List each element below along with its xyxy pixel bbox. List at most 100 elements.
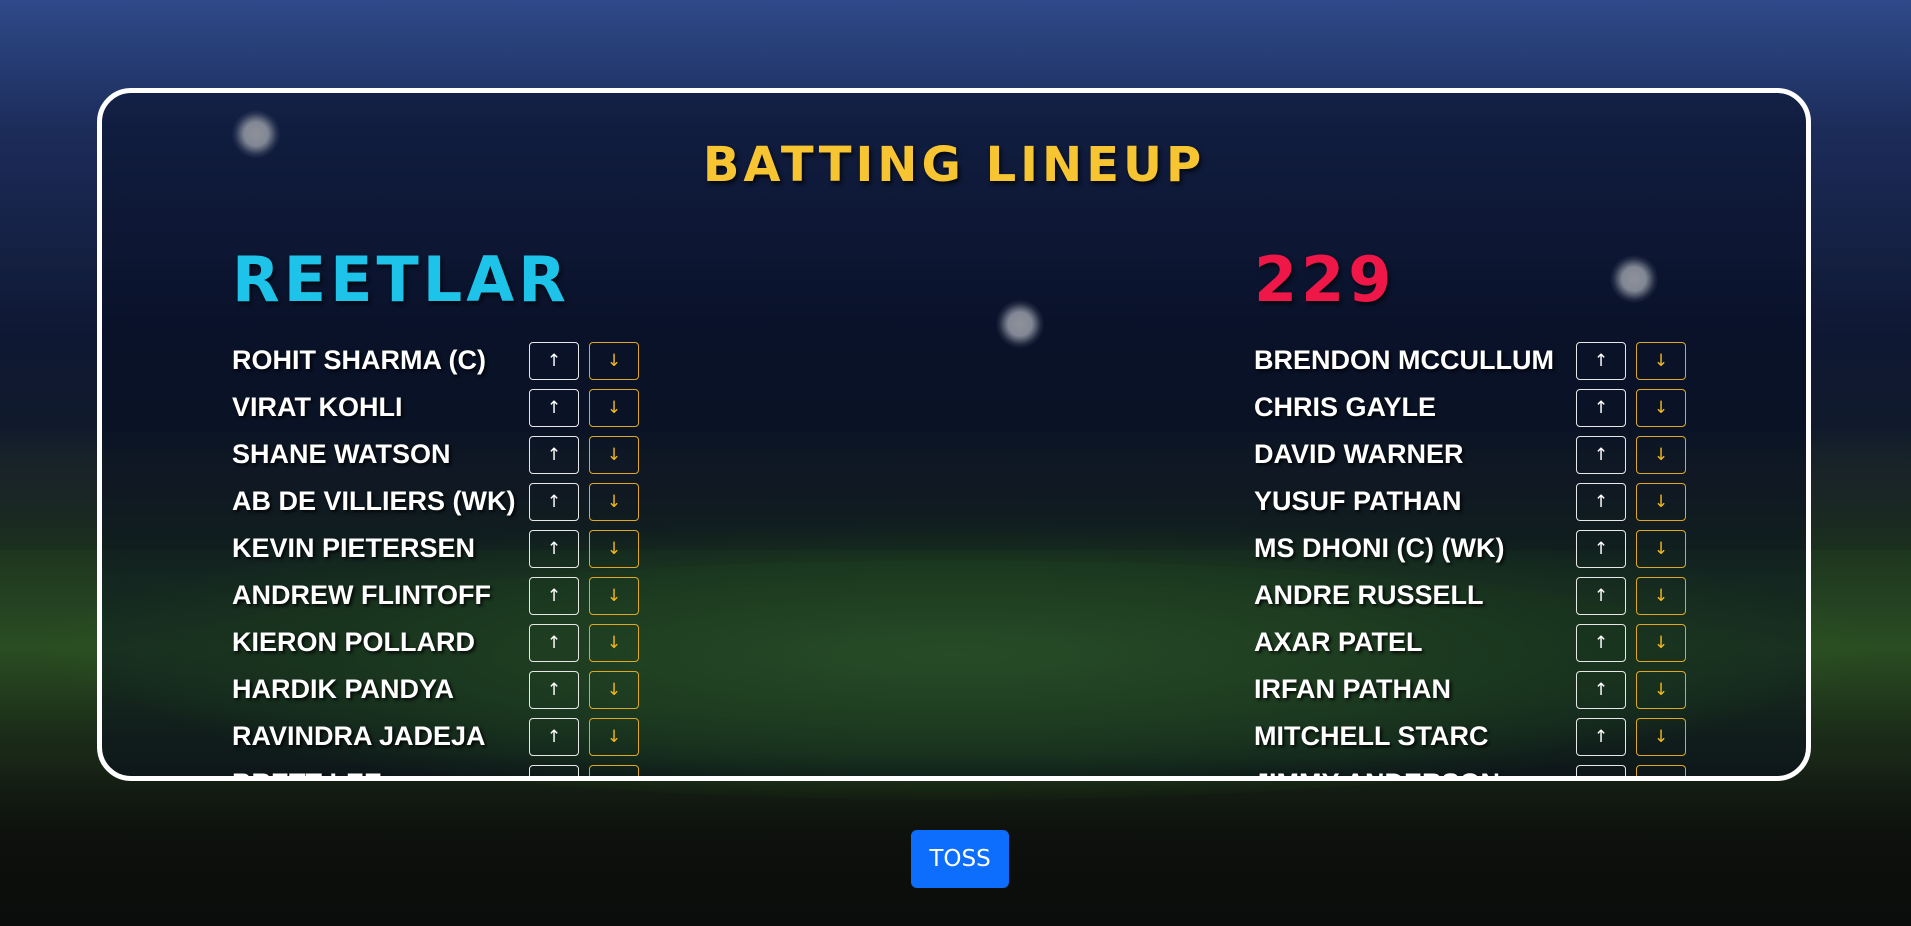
player-name: YUSUF PATHAN <box>1254 486 1462 516</box>
arrow-down-icon: ↓ <box>607 774 621 777</box>
move-down-button[interactable]: ↓ <box>1636 623 1686 662</box>
arrow-down-icon: ↓ <box>606 726 622 747</box>
move-down-button[interactable]: ↓ <box>589 576 639 615</box>
arrow-up-icon: ↑ <box>546 538 562 559</box>
player-row: JIMMY ANDERSON ↑ ↓ <box>1254 760 1806 777</box>
arrow-up-icon: ↑ <box>546 726 562 747</box>
move-up-button[interactable]: ↑ <box>1576 717 1626 756</box>
arrow-down-icon: ↓ <box>1653 538 1669 559</box>
toss-button[interactable]: TOSS <box>911 830 1009 888</box>
arrow-down-icon: ↓ <box>1653 679 1669 700</box>
player-row: ANDRE RUSSELL ↑ ↓ <box>1254 572 1806 619</box>
move-up-button[interactable]: ↑ <box>529 717 579 756</box>
move-up-button[interactable]: ↑ <box>1576 576 1626 615</box>
arrow-up-icon: ↑ <box>1594 774 1608 777</box>
player-name: MITCHELL STARC <box>1254 721 1489 751</box>
arrow-down-icon: ↓ <box>606 679 622 700</box>
move-down-button[interactable]: ↓ <box>1636 529 1686 568</box>
move-up-button[interactable]: ↑ <box>1576 388 1626 427</box>
player-list-left: ROHIT SHARMA (C) ↑ ↓ VIRAT KOHLI ↑ ↓ SHANE WAT… <box>232 337 852 777</box>
player-name: VIRAT KOHLI <box>232 392 403 422</box>
player-row: IRFAN PATHAN ↑ ↓ <box>1254 666 1806 713</box>
move-up-button[interactable]: ↑ <box>529 341 579 380</box>
player-row: ANDREW FLINTOFF ↑ ↓ <box>232 572 852 619</box>
move-up-button[interactable]: ↑ <box>529 576 579 615</box>
move-down-button[interactable]: ↓ <box>589 670 639 709</box>
move-down-button[interactable]: ↓ <box>1636 576 1686 615</box>
move-up-button[interactable]: ↑ <box>1576 670 1626 709</box>
player-name: ANDREW FLINTOFF <box>232 580 491 610</box>
player-name: BRETT LEE <box>232 768 529 776</box>
arrow-up-icon: ↑ <box>546 632 562 653</box>
arrow-up-icon: ↑ <box>1593 585 1609 606</box>
player-row: BRENDON MCCULLUM ↑ ↓ <box>1254 337 1806 384</box>
move-down-button[interactable]: ↓ <box>1636 670 1686 709</box>
move-up-button[interactable]: ↑ <box>529 482 579 521</box>
player-row: VIRAT KOHLI ↑ ↓ <box>232 384 852 431</box>
move-down-button[interactable]: ↓ <box>589 388 639 427</box>
move-up-button[interactable]: ↑ <box>1576 341 1626 380</box>
move-up-button[interactable]: ↑ <box>529 388 579 427</box>
player-row: AB DE VILLIERS (WK) ↑ ↓ <box>232 478 852 525</box>
arrow-up-icon: ↑ <box>546 350 562 371</box>
move-down-button[interactable]: ↓ <box>1636 341 1686 380</box>
player-row: DAVID WARNER ↑ ↓ <box>1254 431 1806 478</box>
player-row: BRETT LEE ↑ ↓ <box>232 760 852 777</box>
move-down-button[interactable]: ↓ <box>589 482 639 521</box>
move-up-button[interactable]: ↑ <box>1576 623 1626 662</box>
player-name: RAVINDRA JADEJA <box>232 721 486 751</box>
move-down-button[interactable]: ↓ <box>1636 717 1686 756</box>
player-row: HARDIK PANDYA ↑ ↓ <box>232 666 852 713</box>
move-down-button[interactable]: ↓ <box>589 764 639 777</box>
arrow-up-icon: ↑ <box>546 585 562 606</box>
player-name: IRFAN PATHAN <box>1254 674 1451 704</box>
player-name: BRENDON MCCULLUM <box>1254 345 1554 375</box>
player-row: YUSUF PATHAN ↑ ↓ <box>1254 478 1806 525</box>
arrow-up-icon: ↑ <box>1593 632 1609 653</box>
move-down-button[interactable]: ↓ <box>1636 764 1686 776</box>
player-name: AB DE VILLIERS (WK) <box>232 486 516 516</box>
team-left-column: REETLAR ROHIT SHARMA (C) ↑ ↓ VIRAT KOHLI ↑ ↓ S… <box>232 243 852 777</box>
move-up-button[interactable]: ↑ <box>529 435 579 474</box>
team-right-column: 229 BRENDON MCCULLUM ↑ ↓ CHRIS GAYLE ↑ ↓ DAVID… <box>1254 243 1806 777</box>
player-row: AXAR PATEL ↑ ↓ <box>1254 619 1806 666</box>
move-up-button[interactable]: ↑ <box>529 623 579 662</box>
arrow-down-icon: ↓ <box>606 350 622 371</box>
arrow-up-icon: ↑ <box>1593 444 1609 465</box>
move-up-button[interactable]: ↑ <box>1576 529 1626 568</box>
player-name: DAVID WARNER <box>1254 439 1464 469</box>
move-down-button[interactable]: ↓ <box>1636 435 1686 474</box>
move-down-button[interactable]: ↓ <box>589 623 639 662</box>
arrow-down-icon: ↓ <box>1653 632 1669 653</box>
arrow-down-icon: ↓ <box>606 632 622 653</box>
arrow-down-icon: ↓ <box>606 585 622 606</box>
move-down-button[interactable]: ↓ <box>589 529 639 568</box>
player-name: ROHIT SHARMA (C) <box>232 345 486 375</box>
move-down-button[interactable]: ↓ <box>589 717 639 756</box>
arrow-up-icon: ↑ <box>1593 726 1609 747</box>
team-name-left: REETLAR <box>232 243 570 316</box>
move-down-button[interactable]: ↓ <box>1636 388 1686 427</box>
player-row: ROHIT SHARMA (C) ↑ ↓ <box>232 337 852 384</box>
move-up-button[interactable]: ↑ <box>529 764 579 776</box>
player-row: MS DHONI (C) (WK) ↑ ↓ <box>1254 525 1806 572</box>
arrow-up-icon: ↑ <box>1593 350 1609 371</box>
arrow-up-icon: ↑ <box>1593 491 1609 512</box>
player-row: SHANE WATSON ↑ ↓ <box>232 431 852 478</box>
move-up-button[interactable]: ↑ <box>529 670 579 709</box>
player-row: KIERON POLLARD ↑ ↓ <box>232 619 852 666</box>
player-name: HARDIK PANDYA <box>232 674 455 704</box>
move-up-button[interactable]: ↑ <box>529 529 579 568</box>
player-name: KEVIN PIETERSEN <box>232 533 476 563</box>
move-down-button[interactable]: ↓ <box>1636 482 1686 521</box>
move-up-button[interactable]: ↑ <box>1576 764 1626 777</box>
move-down-button[interactable]: ↓ <box>589 435 639 474</box>
move-up-button[interactable]: ↑ <box>1576 482 1626 521</box>
arrow-up-icon: ↑ <box>1593 397 1609 418</box>
move-up-button[interactable]: ↑ <box>1576 435 1626 474</box>
arrow-up-icon: ↑ <box>1593 679 1609 700</box>
move-down-button[interactable]: ↓ <box>589 341 639 380</box>
team-name-right: 229 <box>1254 243 1396 316</box>
player-name: AXAR PATEL <box>1254 627 1423 657</box>
player-name: MS DHONI (C) (WK) <box>1254 533 1505 563</box>
